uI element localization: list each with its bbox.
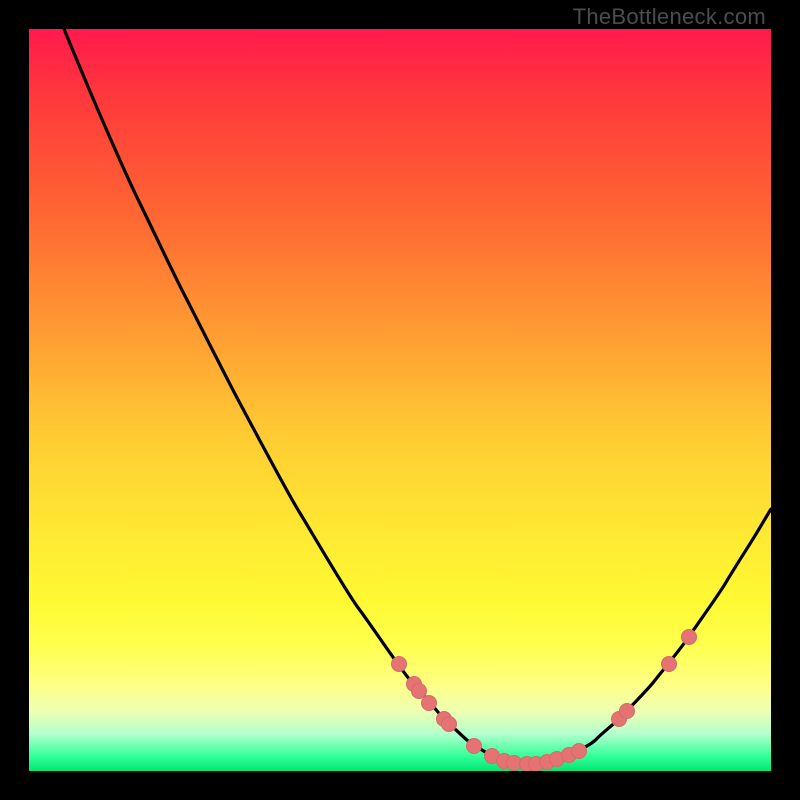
bottleneck-chart [29,29,771,771]
highlight-dot [412,684,427,699]
highlight-dot [392,657,407,672]
highlight-dot [662,657,677,672]
highlight-points [392,630,697,772]
highlight-dot [620,704,635,719]
highlight-dot [467,739,482,754]
highlight-dot [572,744,587,759]
bottleneck-curve [64,29,771,764]
highlight-dot [442,717,457,732]
watermark-text: TheBottleneck.com [573,4,766,30]
highlight-dot [422,696,437,711]
highlight-dot [682,630,697,645]
